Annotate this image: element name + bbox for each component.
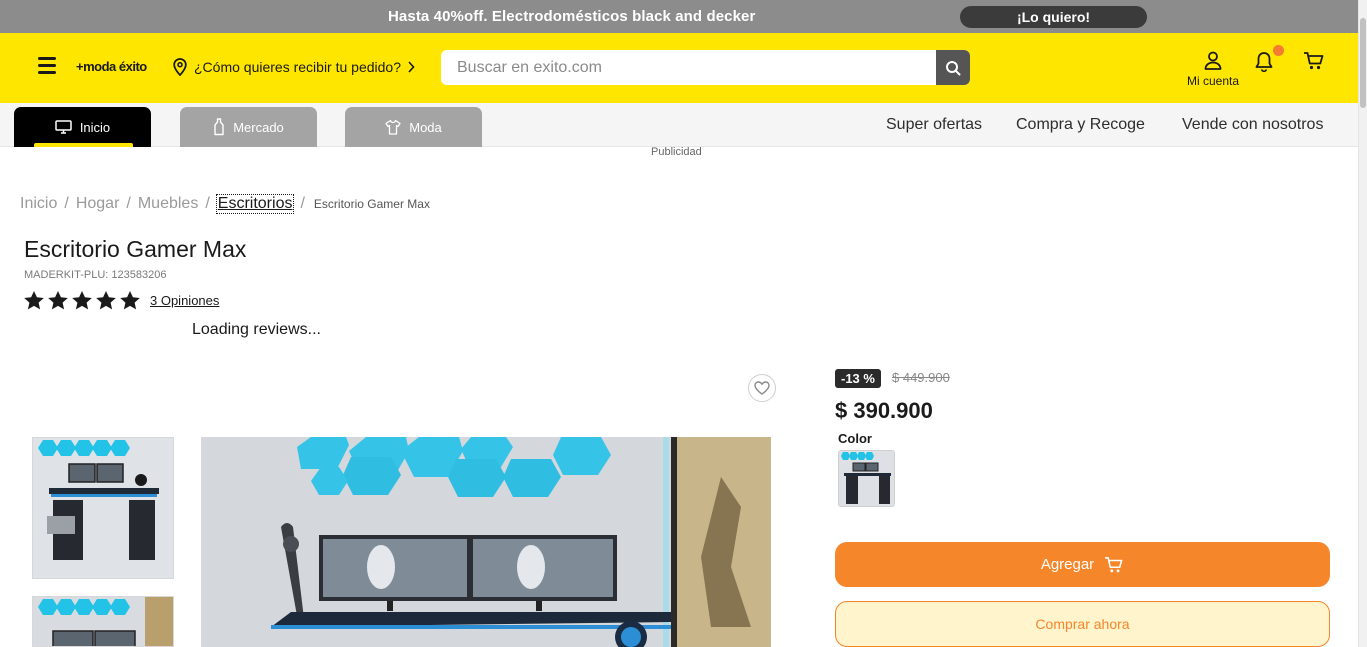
tab-moda[interactable]: Moda <box>345 107 482 147</box>
exito-logo[interactable]: +moda éxito <box>76 59 147 74</box>
color-swatch-image <box>839 451 894 506</box>
bottle-icon <box>214 118 224 136</box>
search-button[interactable] <box>936 50 970 85</box>
favorite-button[interactable] <box>748 374 776 402</box>
desk-thumbnail-image <box>33 438 173 578</box>
add-button-label: Agregar <box>1040 556 1095 573</box>
desk-main-image <box>201 437 771 647</box>
color-swatch[interactable] <box>838 450 895 507</box>
promo-bar: Hasta 40%off. Electrodomésticos black an… <box>0 0 1358 33</box>
star-icon <box>120 291 140 310</box>
breadcrumb-muebles[interactable]: Muebles <box>138 195 198 213</box>
notifications-button[interactable] <box>1254 51 1274 78</box>
add-to-cart-button[interactable]: Agregar <box>835 542 1330 587</box>
chevron-right-icon <box>408 61 415 73</box>
bell-icon <box>1255 52 1273 73</box>
scrollbar-thumb[interactable] <box>1360 18 1366 108</box>
cart-icon <box>1304 52 1324 70</box>
main-header: +moda éxito ¿Cómo quieres recibir tu ped… <box>0 33 1358 103</box>
delivery-label: ¿Cómo quieres recibir tu pedido? <box>194 59 401 75</box>
account-label: Mi cuenta <box>1186 74 1240 88</box>
account-button[interactable]: Mi cuenta <box>1184 51 1242 88</box>
breadcrumb-separator: / <box>205 195 210 212</box>
product-main-image[interactable] <box>201 437 771 647</box>
delivery-selector[interactable]: ¿Cómo quieres recibir tu pedido? <box>172 58 415 76</box>
buy-button-label: Comprar ahora <box>1035 616 1130 632</box>
shirt-icon <box>385 119 401 135</box>
page-scrollbar[interactable] <box>1358 0 1367 647</box>
ad-label: Publicidad <box>651 146 702 158</box>
nav-link-compra-recoge[interactable]: Compra y Recoge <box>1016 116 1145 134</box>
notification-badge <box>1273 45 1284 56</box>
rating-stars <box>24 291 140 310</box>
tab-mercado[interactable]: Mercado <box>180 107 317 147</box>
star-icon <box>48 291 68 310</box>
user-icon <box>1204 51 1222 70</box>
star-icon <box>96 291 116 310</box>
search-bar <box>441 50 970 85</box>
breadcrumb-hogar[interactable]: Hogar <box>76 195 120 213</box>
cart-button[interactable] <box>1303 51 1325 76</box>
loading-reviews-text: Loading reviews... <box>192 321 321 338</box>
desk-thumbnail-image <box>33 597 173 646</box>
current-price: $ 390.900 <box>835 398 933 423</box>
breadcrumb-inicio[interactable]: Inicio <box>20 195 57 213</box>
breadcrumb-separator: / <box>300 195 305 212</box>
menu-icon[interactable] <box>38 57 56 74</box>
breadcrumb-separator: / <box>64 195 69 212</box>
buy-now-button[interactable]: Comprar ahora <box>835 601 1330 647</box>
tab-inicio[interactable]: Inicio <box>14 107 151 147</box>
product-thumbnail[interactable] <box>32 596 174 647</box>
category-nav: Inicio Mercado Moda Super ofertas Compra… <box>0 103 1358 147</box>
monitor-icon <box>55 120 72 134</box>
old-price: $ 449.900 <box>892 370 950 385</box>
tab-mercado-label: Mercado <box>233 119 284 135</box>
star-icon <box>24 291 44 310</box>
product-thumbnail[interactable] <box>32 437 174 579</box>
breadcrumb-escritorios[interactable]: Escritorios <box>215 194 295 214</box>
promo-cta-button[interactable]: ¡Lo quiero! <box>960 6 1147 28</box>
search-icon <box>946 60 961 75</box>
discount-badge: -13 % <box>835 369 881 388</box>
breadcrumb-current: Escritorio Gamer Max <box>313 197 430 211</box>
cart-icon <box>1105 556 1123 572</box>
search-input[interactable] <box>441 50 936 85</box>
breadcrumb: Inicio / Hogar / Muebles / Escritorios /… <box>20 194 430 214</box>
promo-text[interactable]: Hasta 40%off. Electrodomésticos black an… <box>388 8 755 25</box>
product-rating: 3 Opiniones <box>24 291 219 310</box>
color-label: Color <box>838 431 872 446</box>
heart-icon <box>754 381 770 395</box>
breadcrumb-separator: / <box>126 195 131 212</box>
nav-link-vende[interactable]: Vende con nosotros <box>1182 116 1323 134</box>
nav-link-super-ofertas[interactable]: Super ofertas <box>886 116 982 134</box>
opinions-link[interactable]: 3 Opiniones <box>150 293 219 308</box>
star-icon <box>72 291 92 310</box>
tab-inicio-label: Inicio <box>79 119 111 135</box>
product-sku: MADERKIT-PLU: 123583206 <box>24 269 167 281</box>
location-pin-icon <box>173 58 187 76</box>
tab-moda-label: Moda <box>409 119 442 135</box>
product-title: Escritorio Gamer Max <box>24 236 247 262</box>
